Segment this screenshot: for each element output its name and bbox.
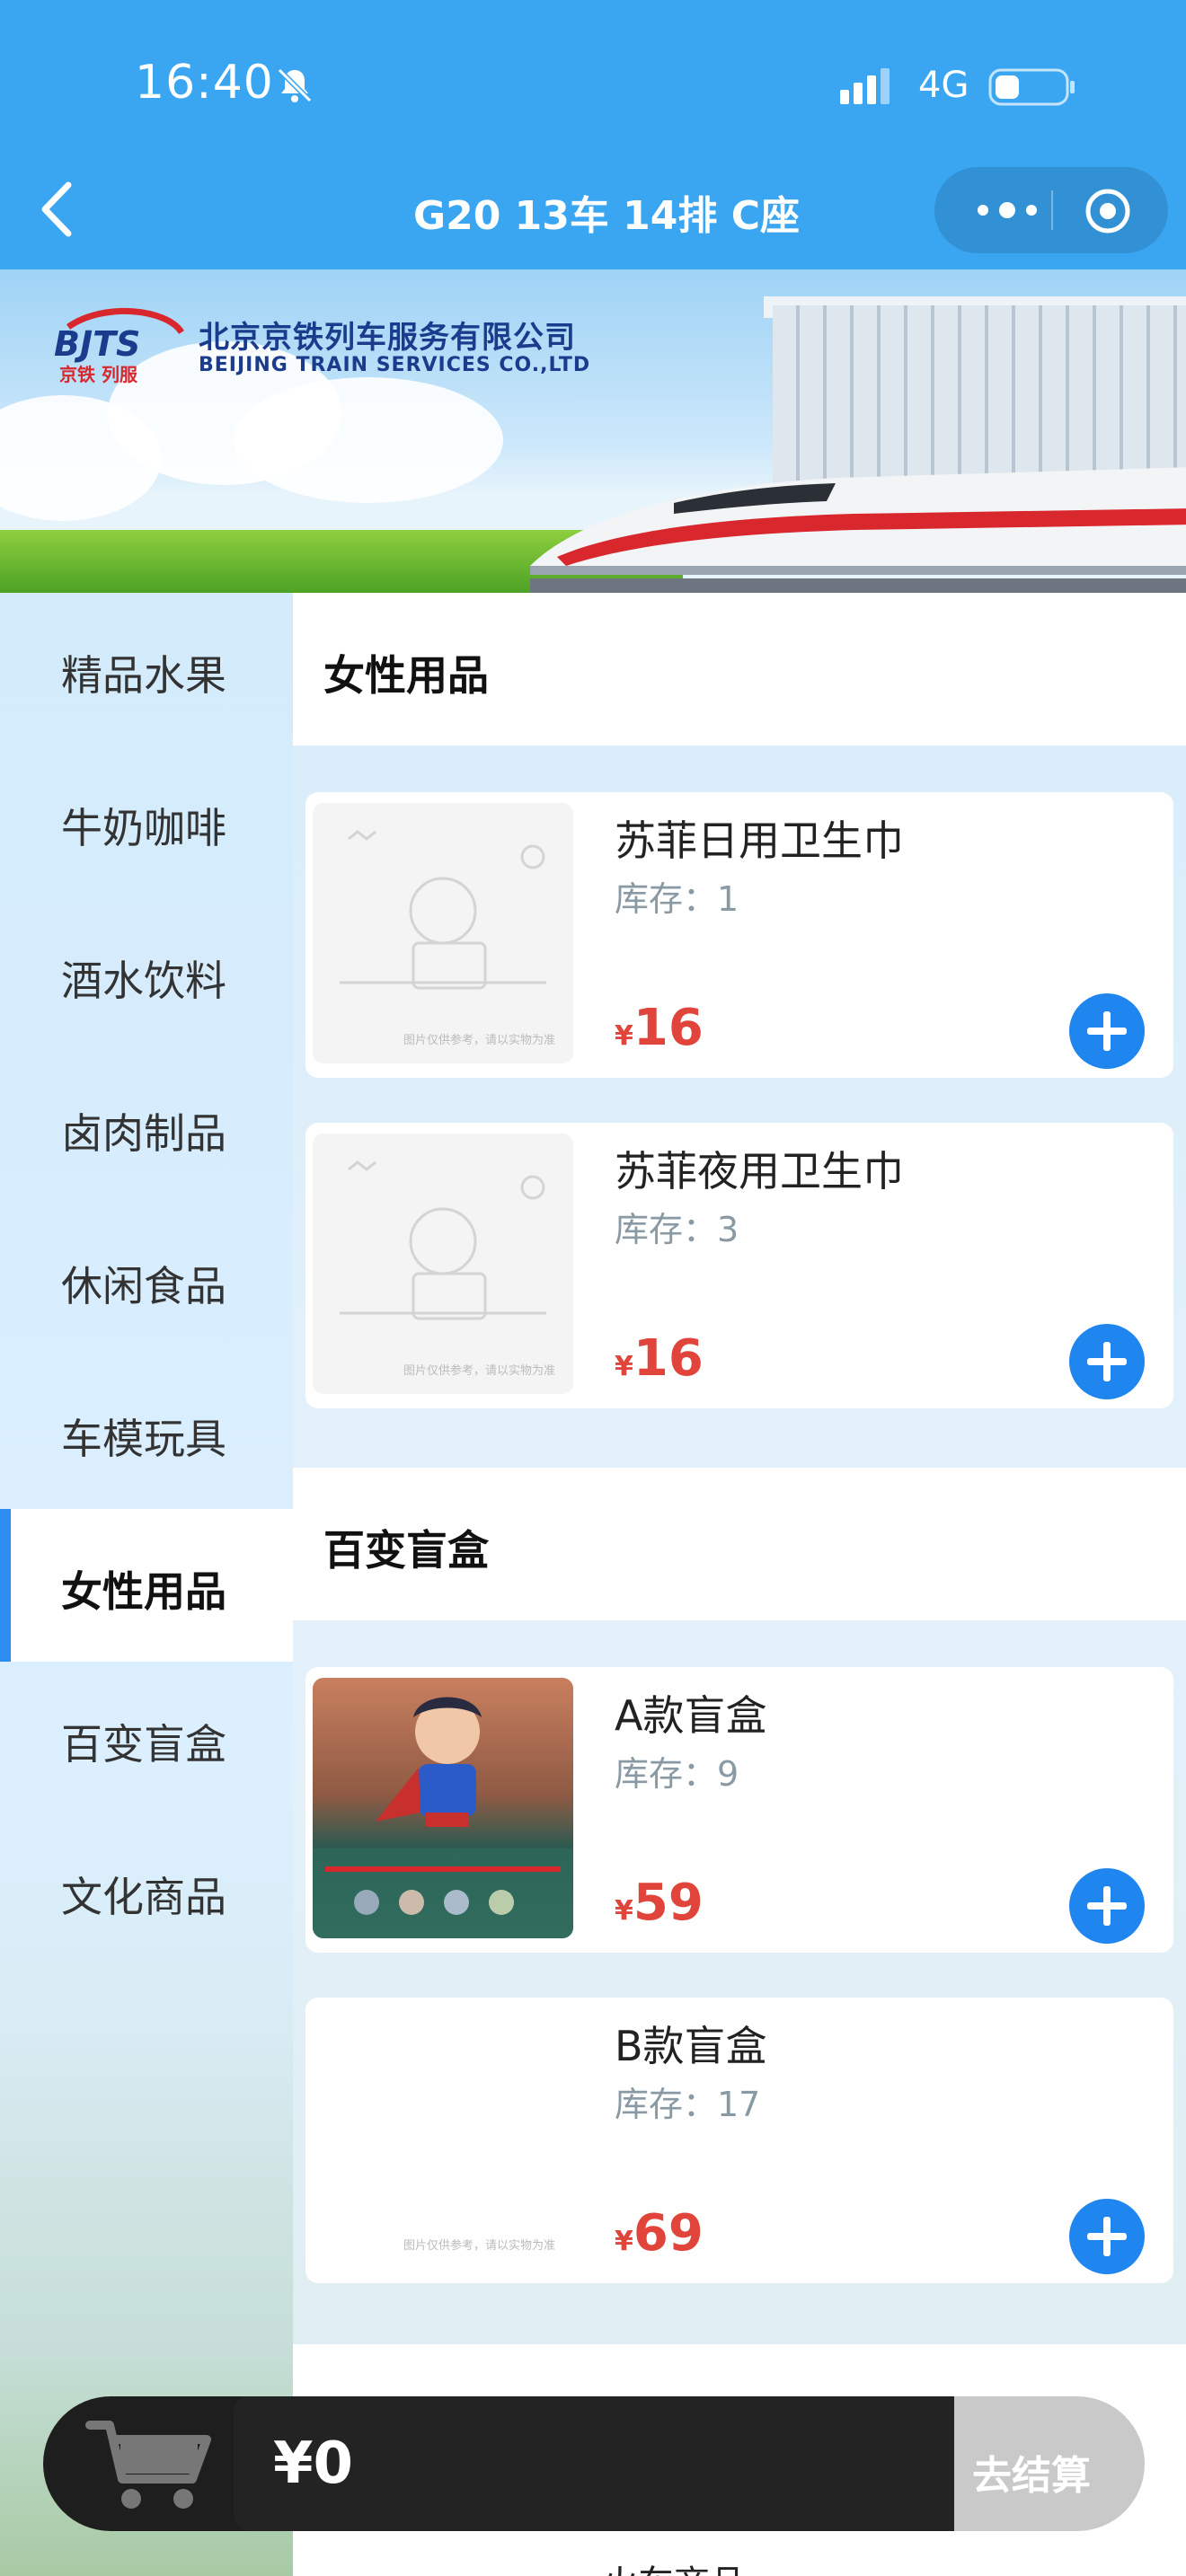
currency-symbol: ¥ (615, 1351, 633, 1382)
sidebar-item-label: 女性用品 (61, 1567, 226, 1616)
product-image-placeholder: 图片仅供参考，请以实物为准 (313, 1134, 573, 1394)
sidebar-item-label: 文化商品 (61, 1873, 226, 1921)
sidebar-item-label: 酒水饮料 (61, 957, 226, 1005)
more-options-icon[interactable] (969, 192, 1046, 228)
product-name: 火车商品 (602, 2554, 746, 2576)
company-name-cn: 北京京铁列车服务有限公司 (199, 320, 576, 356)
product-name: A款盲盒 (615, 1691, 767, 1740)
checkout-button[interactable]: 去结算 (954, 2396, 1145, 2531)
product-name: 苏菲日用卫生巾 (615, 816, 904, 865)
section-title: 女性用品 (323, 651, 489, 700)
battery-icon (988, 68, 1075, 106)
product-stock: 库存：9 (615, 1754, 739, 1794)
sidebar-item-braised-meat[interactable]: 卤肉制品 (0, 1051, 293, 1204)
price-value: 16 (633, 1329, 704, 1388)
sidebar-item-label: 休闲食品 (61, 1262, 226, 1310)
section-header: 百变盲盒 (293, 1468, 1186, 1620)
price-value: 59 (633, 1874, 704, 1932)
product-price: ¥59 (615, 1874, 704, 1932)
cart-total: ¥0 (273, 2430, 354, 2497)
sidebar-item-fruit[interactable]: 精品水果 (0, 593, 293, 745)
add-to-cart-icon[interactable] (1067, 1322, 1146, 1401)
mini-program-capsule (934, 167, 1168, 253)
top-bar: 16:40 4G G20 13车 14排 C座 (0, 0, 1186, 269)
sidebar-item-label: 车模玩具 (61, 1415, 226, 1463)
sidebar-item-milk-coffee[interactable]: 牛奶咖啡 (0, 745, 293, 898)
sidebar-item-label: 精品水果 (61, 651, 226, 700)
product-price: ¥69 (615, 2204, 704, 2263)
banner: BJTS 京铁 列服 北京京铁列车服务有限公司 BEIJING TRAIN SE… (0, 269, 1186, 593)
product-stock: 库存：3 (615, 1210, 739, 1249)
cloud (234, 377, 503, 503)
product-image-placeholder: 图片仅供参考，请以实物为准 (313, 2008, 573, 2269)
sidebar-item-blind-box[interactable]: 百变盲盒 (0, 1662, 293, 1814)
price-value: 69 (633, 2204, 704, 2263)
product-name: 苏菲夜用卫生巾 (615, 1147, 904, 1195)
cart-button[interactable] (43, 2396, 250, 2531)
train-icon (530, 467, 1186, 593)
product-price: ¥16 (615, 1329, 704, 1388)
svg-text:BJTS: BJTS (54, 324, 140, 364)
svg-text:京铁 列服: 京铁 列服 (59, 364, 138, 385)
product-stock: 库存：17 (615, 2085, 761, 2124)
sidebar-item-women[interactable]: 女性用品 (0, 1509, 293, 1662)
product-list: 女性用品 图片仅供参考，请以实物为准 苏菲日用卫生巾 库存：1 ¥16 图片仅供… (293, 593, 1186, 2576)
add-to-cart-icon[interactable] (1067, 992, 1146, 1071)
image-disclaimer: 图片仅供参考，请以实物为准 (403, 2239, 555, 2253)
currency-symbol: ¥ (615, 1020, 633, 1052)
product-name: B款盲盒 (615, 2022, 767, 2070)
sidebar-item-model-toys[interactable]: 车模玩具 (0, 1356, 293, 1509)
product-card[interactable]: 图片仅供参考，请以实物为准 苏菲日用卫生巾 库存：1 ¥16 (305, 792, 1173, 1078)
mascot-placeholder-icon (340, 1160, 546, 1320)
product-price: ¥16 (615, 999, 704, 1057)
section-header: 女性用品 (293, 593, 1186, 745)
superhero-figure-image (313, 1697, 573, 1938)
sidebar-item-snacks[interactable]: 休闲食品 (0, 1204, 293, 1356)
currency-symbol: ¥ (615, 2226, 633, 2257)
sidebar-item-label: 牛奶咖啡 (61, 804, 226, 852)
capsule-divider (1051, 190, 1053, 230)
cart-bar: ¥0 去结算 (43, 2396, 1145, 2531)
section-title: 百变盲盒 (323, 1526, 489, 1575)
product-stock: 库存：1 (615, 879, 739, 919)
shopping-cart-icon (85, 2421, 211, 2509)
network-type: 4G (918, 65, 969, 106)
close-mini-program-icon[interactable] (1084, 187, 1132, 235)
sidebar-item-label: 百变盲盒 (61, 1720, 226, 1769)
status-time: 16:40 (135, 56, 274, 110)
price-value: 16 (633, 999, 704, 1057)
add-to-cart-icon[interactable] (1067, 2197, 1146, 2276)
company-logo: BJTS 京铁 列服 北京京铁列车服务有限公司 BEIJING TRAIN SE… (50, 305, 643, 395)
bell-muted-icon (277, 67, 313, 103)
product-card-partial[interactable]: 火车商品 (305, 2547, 1173, 2576)
checkout-label: 去结算 (972, 2453, 1091, 2499)
add-to-cart-icon[interactable] (1067, 1866, 1146, 1945)
currency-symbol: ¥ (615, 1895, 633, 1927)
product-image (313, 1678, 573, 1938)
product-image-placeholder: 图片仅供参考，请以实物为准 (313, 803, 573, 1063)
bjts-logo-mark: BJTS 京铁 列服 (54, 307, 184, 385)
product-card[interactable]: A款盲盒 库存：9 ¥59 (305, 1667, 1173, 1953)
product-card[interactable]: 图片仅供参考，请以实物为准 苏菲夜用卫生巾 库存：3 ¥16 (305, 1123, 1173, 1408)
sidebar-item-drinks[interactable]: 酒水饮料 (0, 898, 293, 1051)
product-card[interactable]: 图片仅供参考，请以实物为准 B款盲盒 库存：17 ¥69 (305, 1998, 1173, 2283)
image-disclaimer: 图片仅供参考，请以实物为准 (403, 1364, 555, 1378)
sidebar-item-culture[interactable]: 文化商品 (0, 1814, 293, 1967)
category-sidebar: 精品水果 牛奶咖啡 酒水饮料 卤肉制品 休闲食品 车模玩具 女性用品 百变盲盒 … (0, 593, 293, 2576)
company-name-en: BEIJING TRAIN SERVICES CO.,LTD (199, 354, 591, 376)
image-disclaimer: 图片仅供参考，请以实物为准 (403, 1034, 555, 1047)
signal-icon (840, 68, 890, 104)
sidebar-item-label: 卤肉制品 (61, 1109, 226, 1158)
mascot-placeholder-icon (340, 830, 546, 990)
